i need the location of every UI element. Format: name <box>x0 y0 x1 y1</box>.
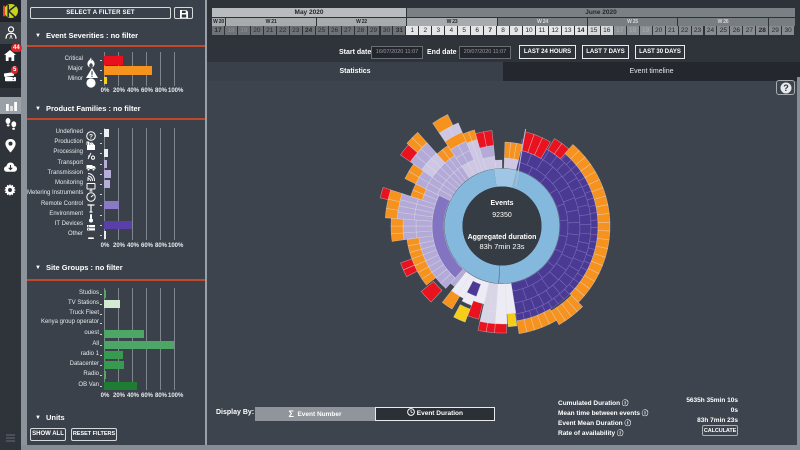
svg-text:Aggregated duration: Aggregated duration <box>468 234 537 241</box>
svg-text:83h 7min 23s: 83h 7min 23s <box>479 242 524 251</box>
svg-text:Events: Events <box>491 200 514 207</box>
svg-text:92350: 92350 <box>492 212 512 219</box>
svg-text:?: ? <box>783 83 789 93</box>
